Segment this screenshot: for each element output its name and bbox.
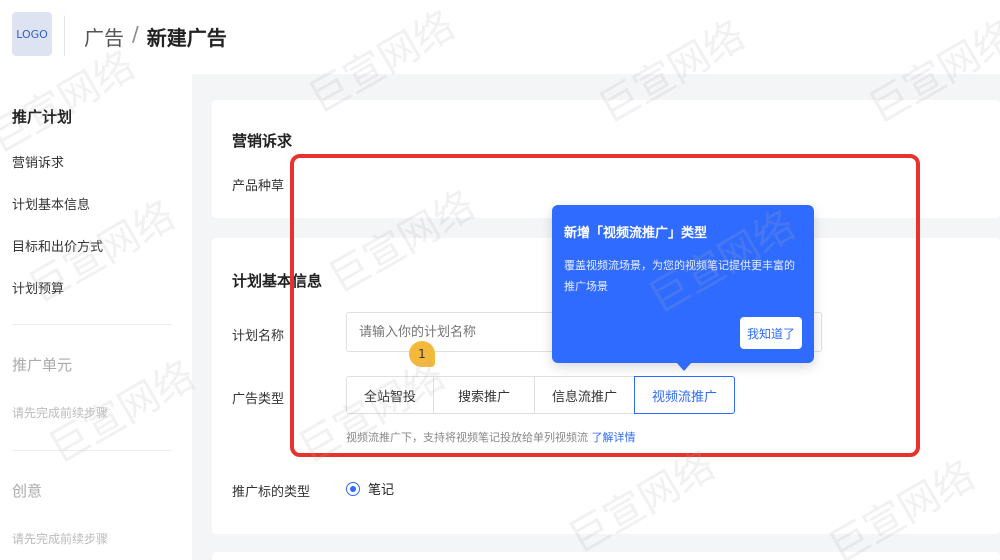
page-title: 新建广告 [146, 26, 227, 50]
sidebar-unit-hint: 请先完成前续步骤 [12, 406, 109, 420]
sidebar-item-marketing[interactable]: 营销诉求 [12, 152, 64, 171]
breadcrumb: 广告 / 新建广告 [84, 22, 227, 51]
radio-selected-icon [346, 481, 360, 496]
header-divider [64, 16, 65, 56]
ad-type-label: 广告类型 [232, 392, 285, 407]
product-seeding-label: 产品种草 [232, 179, 285, 194]
sidebar-item-basic-info[interactable]: 计划基本信息 [12, 194, 90, 213]
breadcrumb-ads-link[interactable]: 广告 [84, 22, 124, 51]
step-badge: 1 [409, 341, 435, 367]
logo: LOGO [12, 12, 52, 56]
plan-name-label: 计划名称 [232, 329, 285, 344]
target-type-note-label: 笔记 [368, 483, 395, 498]
sidebar-creative-hint: 请先完成前续步骤 [12, 532, 109, 546]
sidebar-item-budget[interactable]: 计划预算 [12, 278, 64, 297]
got-it-button[interactable]: 我知道了 [740, 317, 802, 349]
guide-popover-body: 覆盖视频流场景，为您的视频笔记提供更丰富的推广场景 [564, 259, 795, 293]
next-card [212, 552, 1000, 560]
marketing-title: 营销诉求 [232, 132, 293, 150]
guide-popover: 新增「视频流推广」类型 覆盖视频流场景，为您的视频笔记提供更丰富的推广场景 我知… [552, 205, 814, 363]
breadcrumb-separator: / [132, 22, 139, 46]
sidebar-group-unit: 推广单元 [12, 356, 73, 374]
sidebar-group-creative: 创意 [12, 482, 43, 500]
top-header: LOGO 广告 / 新建广告 [0, 0, 1000, 74]
guide-popover-title: 新增「视频流推广」类型 [564, 226, 708, 241]
sidebar: 推广计划 营销诉求 计划基本信息 目标和出价方式 计划预算 推广单元 请先完成前… [0, 74, 192, 560]
sidebar-group-plan: 推广计划 [12, 108, 73, 126]
sidebar-divider [12, 324, 172, 325]
sidebar-divider [12, 450, 172, 451]
target-type-label: 推广标的类型 [232, 485, 311, 500]
target-type-note-radio[interactable]: 笔记 [346, 479, 394, 498]
sidebar-item-target-bid[interactable]: 目标和出价方式 [12, 236, 103, 255]
guide-popover-arrow [676, 362, 692, 371]
